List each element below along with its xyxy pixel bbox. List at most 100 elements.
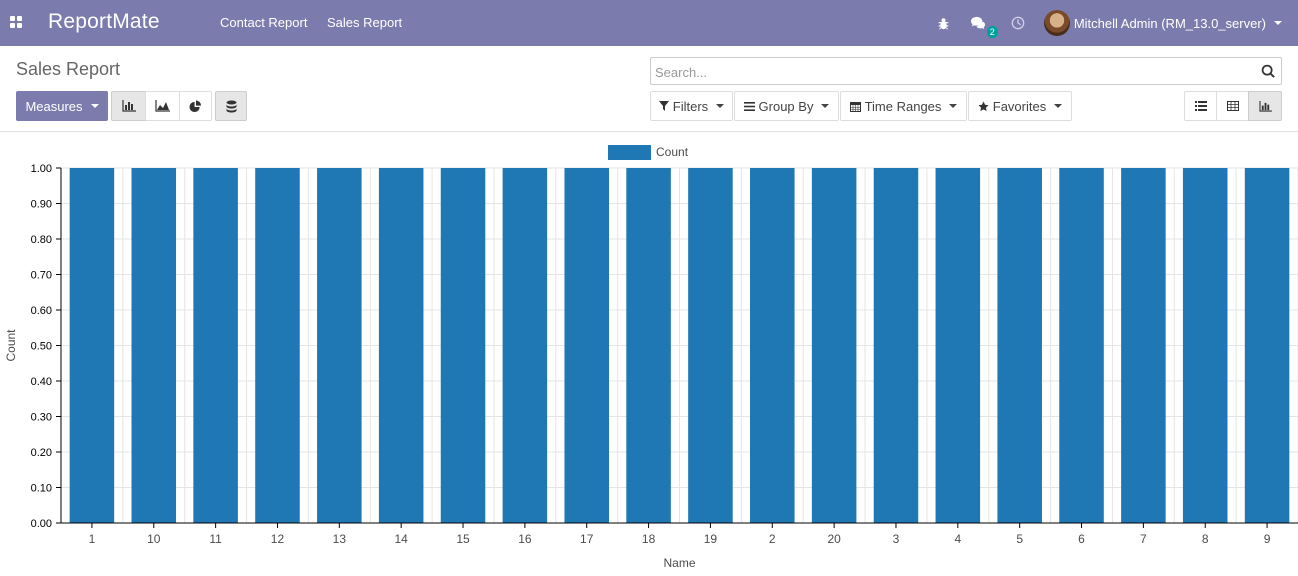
navbar-systray: 2 Mitchell Admin (RM_13.0_server) — [934, 0, 1282, 46]
measures-label: Measures — [25, 98, 83, 114]
filters-label: Filters — [672, 98, 709, 114]
time-ranges-button[interactable]: Time Ranges — [840, 91, 967, 121]
bar — [811, 168, 857, 523]
bar-chart-icon — [121, 100, 136, 112]
y-tick-label: 0.20 — [31, 447, 52, 459]
bar — [378, 168, 424, 523]
bar — [997, 168, 1042, 523]
bar — [935, 168, 981, 523]
stacked-button[interactable] — [215, 91, 247, 121]
y-tick-label: 0.60 — [31, 305, 52, 317]
y-tick-label: 0.90 — [31, 199, 52, 211]
menu-sales-report[interactable]: Sales Report — [327, 15, 402, 30]
measures-button[interactable]: Measures — [16, 91, 108, 121]
list-view-button[interactable] — [1184, 91, 1217, 121]
legend-swatch — [608, 145, 651, 160]
x-tick-label: 13 — [333, 532, 347, 546]
y-tick-label: 0.40 — [31, 376, 52, 388]
bug-icon[interactable] — [934, 13, 954, 33]
bar-chart: 0.00 0.10 0.20 0.30 0.40 0.50 0.60 0.70 0.80 0.90… — [4, 145, 1298, 570]
y-tick-label: 0.70 — [31, 270, 52, 282]
x-tick-label: 14 — [394, 532, 408, 546]
y-tick-label: 0.10 — [31, 483, 52, 495]
x-tick-label: 15 — [456, 532, 470, 546]
pie-chart-icon — [189, 99, 202, 112]
bar — [1059, 168, 1104, 523]
x-tick-label: 8 — [1202, 532, 1209, 546]
bar-chart-button[interactable] — [111, 91, 146, 121]
x-tick-label: 7 — [1140, 532, 1147, 546]
messages-badge: 2 — [986, 26, 998, 38]
chevron-down-icon — [716, 104, 725, 108]
bar — [131, 168, 177, 523]
x-tick-label: 18 — [642, 532, 656, 546]
star-icon — [978, 100, 989, 111]
line-chart-icon — [155, 100, 170, 112]
y-tick-label: 1.00 — [31, 163, 52, 175]
pie-chart-button[interactable] — [179, 91, 212, 121]
favorites-button[interactable]: Favorites — [968, 91, 1072, 121]
chevron-down-icon — [949, 104, 958, 108]
y-tick-label: 0.00 — [31, 518, 52, 530]
pivot-view-icon — [1226, 101, 1239, 111]
apps-icon[interactable] — [10, 16, 22, 28]
y-axis-title: Count — [4, 329, 18, 362]
pivot-view-button[interactable] — [1216, 91, 1249, 121]
x-tick-label: 10 — [147, 532, 161, 546]
x-tick-label: 12 — [271, 532, 285, 546]
x-tick-label: 11 — [209, 532, 222, 546]
stack-icon — [226, 100, 236, 112]
x-tick-label: 6 — [1078, 532, 1085, 546]
avatar[interactable] — [1043, 10, 1070, 36]
x-tick-label: 16 — [518, 532, 532, 546]
graph-view-icon — [1258, 100, 1272, 112]
bar — [193, 168, 238, 523]
bar — [1121, 168, 1166, 523]
favorites-label: Favorites — [992, 98, 1047, 114]
filter-icon — [658, 101, 669, 111]
x-tick-label: 2 — [769, 532, 776, 546]
user-menu-caret-icon[interactable] — [1274, 21, 1282, 25]
bar — [564, 168, 609, 523]
x-axis-title: Name — [663, 556, 695, 570]
clock-icon[interactable] — [1008, 13, 1028, 33]
top-navbar: ReportMate Contact Report Sales Report 2… — [0, 0, 1298, 46]
search-box — [650, 57, 1282, 85]
graph-view-button[interactable] — [1248, 91, 1282, 121]
line-chart-button[interactable] — [145, 91, 180, 121]
x-tick-label: 19 — [704, 532, 718, 546]
x-tick-label: 4 — [954, 532, 961, 546]
bar — [688, 168, 733, 523]
filters-button[interactable]: Filters — [650, 91, 733, 121]
legend-label: Count — [656, 145, 689, 159]
time-ranges-label: Time Ranges — [864, 98, 942, 114]
group-by-label: Group By — [758, 98, 814, 114]
x-tick-label: 5 — [1016, 532, 1023, 546]
bar — [440, 168, 486, 523]
bar — [317, 168, 362, 523]
app-brand[interactable]: ReportMate — [48, 10, 160, 34]
chat-icon[interactable]: 2 — [968, 13, 998, 38]
bar — [626, 168, 671, 523]
bar — [750, 168, 795, 523]
bar — [502, 168, 548, 523]
menu-contact-report[interactable]: Contact Report — [220, 15, 307, 30]
x-tick-label: 3 — [893, 532, 900, 546]
bar — [873, 168, 919, 523]
y-tick-label: 0.30 — [31, 412, 52, 424]
bar — [1182, 168, 1228, 523]
chevron-down-icon — [821, 104, 830, 108]
user-menu-name[interactable]: Mitchell Admin (RM_13.0_server) — [1074, 16, 1266, 31]
x-tick-label: 1 — [89, 532, 96, 546]
chevron-down-icon — [90, 104, 99, 108]
group-by-button[interactable]: Group By — [734, 91, 839, 121]
search-icon[interactable] — [1261, 64, 1275, 78]
y-tick-label: 0.50 — [31, 341, 52, 353]
list-view-icon — [1194, 101, 1207, 111]
search-input[interactable] — [655, 62, 1245, 82]
chevron-down-icon — [1054, 104, 1063, 108]
bar — [1244, 168, 1290, 523]
x-tick-label: 9 — [1264, 532, 1271, 546]
y-tick-label: 0.80 — [31, 234, 52, 246]
calendar-icon — [849, 101, 861, 112]
